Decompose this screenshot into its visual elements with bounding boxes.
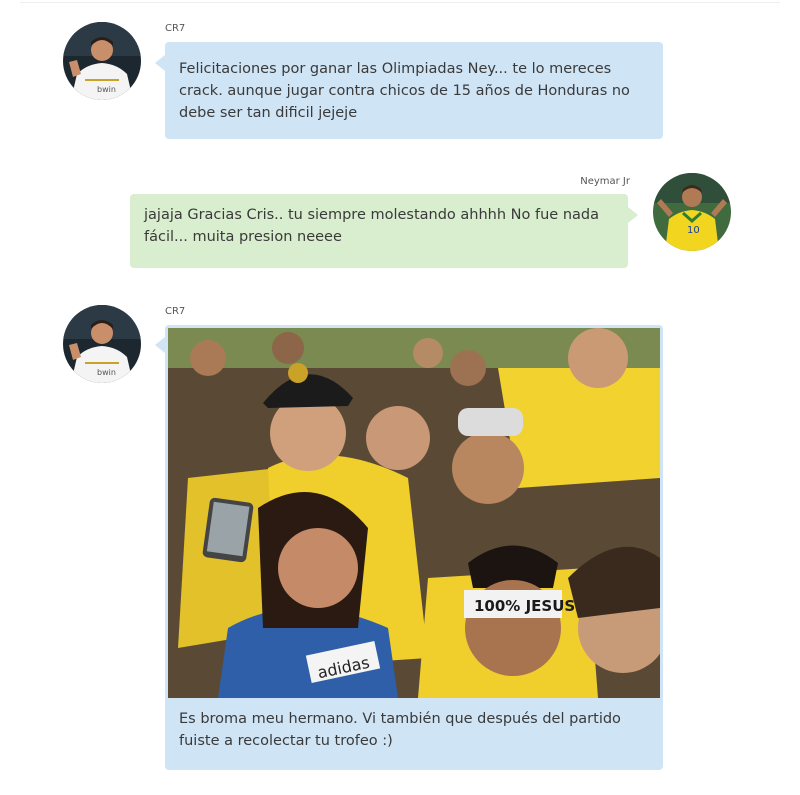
bubble-tail [155,55,165,71]
message-text: Felicitaciones por ganar las Olimpiadas … [179,61,630,121]
sender-name: CR7 [165,306,186,317]
message-text: Es broma meu hermano. Vi también que des… [179,711,621,749]
bubble-tail [155,337,165,353]
sender-name: CR7 [165,23,186,34]
svg-text:bwin: bwin [97,85,116,94]
crowd-photo-icon: adidas 100% JESUS [168,328,660,698]
svg-text:10: 10 [687,225,700,236]
headband-text: 100% JESUS [474,597,575,615]
svg-text:bwin: bwin [97,368,116,377]
crowd-photo[interactable]: adidas 100% JESUS [168,328,660,698]
cr7-avatar-icon: bwin [63,305,141,383]
message-bubble[interactable]: Felicitaciones por ganar las Olimpiadas … [165,42,663,139]
sender-name: Neymar Jr [580,176,630,187]
cr7-avatar[interactable]: bwin [63,22,141,100]
top-divider [20,2,780,3]
neymar-avatar-icon: 10 [653,173,731,251]
cr7-avatar-icon: bwin [63,22,141,100]
bubble-tail [628,207,638,223]
message-bubble[interactable]: adidas 100% JESUS Es broma meu hermano. … [165,325,663,770]
neymar-avatar[interactable]: 10 [653,173,731,251]
message-bubble[interactable]: jajaja Gracias Cris.. tu siempre molesta… [130,194,628,268]
cr7-avatar[interactable]: bwin [63,305,141,383]
message-text: jajaja Gracias Cris.. tu siempre molesta… [144,207,599,245]
